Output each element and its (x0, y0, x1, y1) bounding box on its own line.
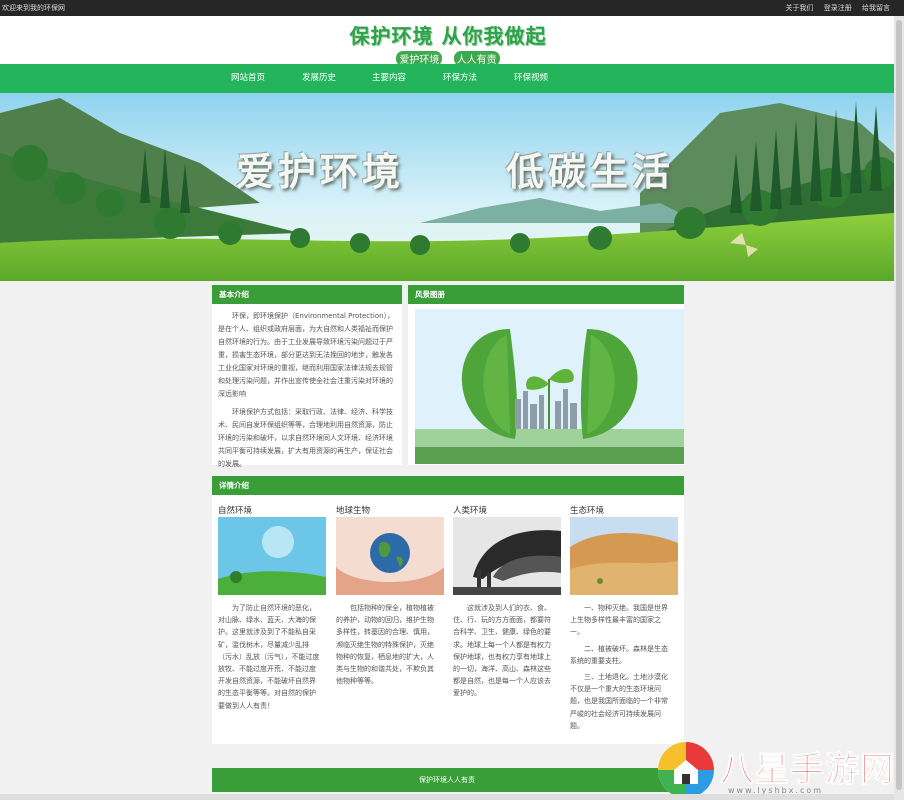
intro-text: 环保，即环境保护（Environmental Protection），是在个人、… (218, 310, 396, 476)
leave-message-link[interactable]: 给我留言 (862, 4, 890, 12)
details-panel: 详情介绍 自然环境 为了防止自然环境的恶化，对山脉、绿水、蓝天、大海的保护。这里… (212, 476, 684, 744)
column-title-creatures: 地球生物 (336, 506, 371, 516)
login-register-link[interactable]: 登录注册 (824, 4, 852, 12)
ecology-text: 一、物种灭绝。我国是世界上生物多样性最丰富的国家之一。 二、植被破坏。森林是生态… (570, 602, 674, 736)
watermark-text: 八星手游网 (720, 750, 895, 791)
logo-slogan: 保护环境 从你我做起 (349, 24, 547, 48)
ecology-paragraph-3: 三、土地退化。土地沙漠化不仅是一个重大的生态环境问题，也是我国所面临的一个非常严… (570, 673, 668, 730)
desert-image[interactable] (570, 517, 678, 595)
about-us-link[interactable]: 关于我们 (786, 4, 814, 12)
welcome-text: 欢迎来到我的环保网 (2, 4, 65, 12)
main-nav: 网站首页 发展历史 主要内容 环保方法 环保视频 (0, 64, 894, 93)
scrollbar-thumb[interactable] (896, 20, 902, 790)
gallery-title: 风景图册 (408, 285, 684, 304)
factory-smoke-image[interactable] (453, 517, 561, 595)
creatures-paragraph: 包括物种的保全，植物植被的养护，动物的回归，维护生物多样性，转基因的合理、慎用，… (336, 604, 434, 686)
gallery-eco-image[interactable] (415, 309, 684, 464)
watermark-logo-icon (658, 742, 714, 798)
human-paragraph: 这就涉及到人们的衣、食、住、行、玩的方方面面，都要符合科学、卫生、健康、绿色的要… (453, 604, 551, 698)
site-logo[interactable]: 保护环境 从你我做起 爱护环境 人人有责 (348, 20, 548, 66)
nav-item-methods[interactable]: 环保方法 (443, 64, 477, 93)
nav-item-history[interactable]: 发展历史 (302, 64, 336, 93)
intro-panel: 基本介绍 环保，即环境保护（Environmental Protection），… (212, 285, 402, 468)
nature-image[interactable] (218, 517, 326, 595)
top-bar: 欢迎来到我的环保网 关于我们 登录注册 给我留言 (0, 0, 904, 16)
nature-text: 为了防止自然环境的恶化，对山脉、绿水、蓝天、大海的保护。这里就涉及到了不能私自采… (218, 602, 322, 716)
nav-item-videos[interactable]: 环保视频 (514, 64, 548, 93)
gallery-panel: 风景图册 (408, 285, 684, 465)
ecology-paragraph-1: 一、物种灭绝。我国是世界上生物多样性最丰富的国家之一。 (570, 604, 668, 637)
watermark: 八星手游网 www.lyshbx.com (650, 736, 900, 800)
intro-paragraph-1: 环保，即环境保护（Environmental Protection），是在个人、… (218, 312, 395, 398)
column-title-ecology: 生态环境 (570, 506, 605, 516)
nature-paragraph: 为了防止自然环境的恶化，对山脉、绿水、蓝天、大海的保护。这里就涉及到了不能私自采… (218, 604, 320, 710)
ecology-paragraph-2: 二、植被破坏。森林是生态系统的重要支柱。 (570, 644, 668, 665)
banner-left-text: 爱护环境 (236, 149, 405, 194)
hero-banner: 爱护环境 低碳生活 (0, 93, 894, 281)
banner-landscape-image (0, 93, 894, 281)
human-text: 这就涉及到人们的衣、食、住、行、玩的方方面面，都要符合科学、卫生、健康、绿色的要… (453, 602, 557, 704)
top-links: 关于我们 登录注册 给我留言 (778, 0, 890, 16)
column-title-nature: 自然环境 (218, 506, 253, 516)
site-footer: 保护环境人人有责 (212, 768, 682, 792)
vertical-scrollbar[interactable] (894, 16, 904, 800)
site-header: 保护环境 从你我做起 爱护环境 人人有责 (0, 16, 894, 66)
column-title-human: 人类环境 (453, 506, 488, 516)
earth-in-hands-image[interactable] (336, 517, 444, 595)
banner-right-text: 低碳生活 (506, 149, 675, 194)
intro-paragraph-2: 环境保护方式包括：采取行政、法律、经济、科学技术、民间自发环保组织等等，合理地利… (218, 408, 393, 468)
details-title: 详情介绍 (212, 476, 684, 495)
nav-item-content[interactable]: 主要内容 (372, 64, 406, 93)
creatures-text: 包括物种的保全，植物植被的养护，动物的回归，维护生物多样性，转基因的合理、慎用，… (336, 602, 440, 691)
nav-item-home[interactable]: 网站首页 (231, 64, 265, 93)
intro-title: 基本介绍 (212, 285, 402, 304)
horizontal-scrollbar[interactable] (0, 794, 894, 800)
